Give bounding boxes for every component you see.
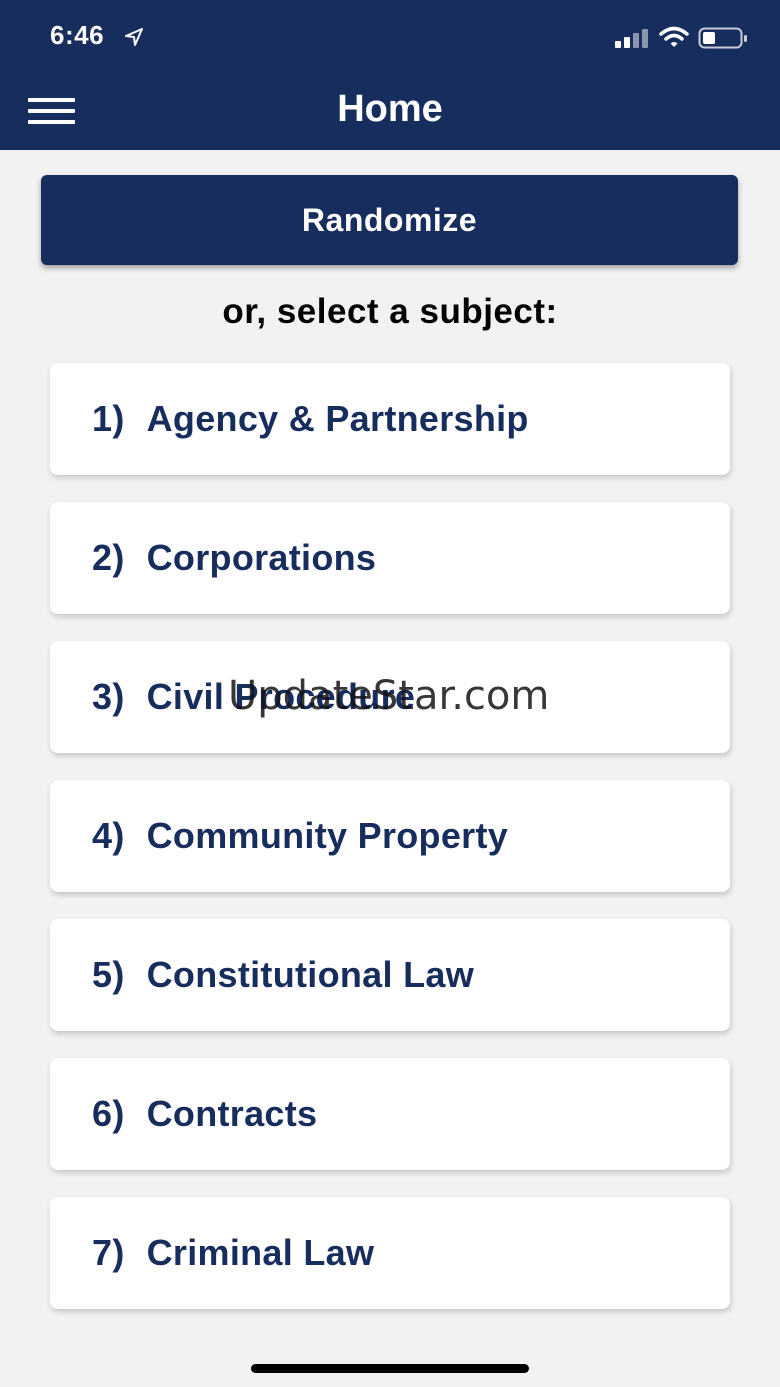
subject-item-community-property[interactable]: 4) Community Property bbox=[50, 780, 730, 892]
subject-label: Contracts bbox=[146, 1093, 318, 1134]
subject-number: 7) bbox=[92, 1232, 125, 1273]
subject-label: Constitutional Law bbox=[146, 954, 475, 995]
subject-number: 4) bbox=[92, 815, 125, 856]
subject-number: 1) bbox=[92, 398, 125, 439]
status-time: 6:46 bbox=[50, 20, 105, 50]
subject-label: Agency & Partnership bbox=[146, 398, 529, 439]
subject-number: 2) bbox=[92, 537, 125, 578]
subject-list: 1) Agency & Partnership 2) Corporations … bbox=[50, 363, 730, 1336]
subject-item-agency-partnership[interactable]: 1) Agency & Partnership bbox=[50, 363, 730, 475]
subject-item-constitutional-law[interactable]: 5) Constitutional Law bbox=[50, 919, 730, 1031]
location-arrow-icon bbox=[125, 28, 143, 46]
battery-icon bbox=[698, 27, 747, 49]
subject-label: Criminal Law bbox=[146, 1232, 375, 1273]
subject-number: 6) bbox=[92, 1093, 125, 1134]
app-header: 6:46 Home bbox=[0, 0, 780, 150]
subject-number: 5) bbox=[92, 954, 125, 995]
subject-item-corporations[interactable]: 2) Corporations bbox=[50, 502, 730, 614]
subject-prompt: or, select a subject: bbox=[222, 292, 558, 331]
page-title: Home bbox=[337, 88, 443, 130]
cellular-signal-icon bbox=[615, 29, 648, 48]
subject-number: 3) bbox=[92, 676, 125, 717]
subject-label: Civil Procedure bbox=[146, 676, 416, 717]
subject-label: Corporations bbox=[146, 537, 377, 578]
subject-item-contracts[interactable]: 6) Contracts bbox=[50, 1058, 730, 1170]
subject-label: Community Property bbox=[146, 815, 509, 856]
randomize-button[interactable]: Randomize bbox=[41, 175, 738, 265]
home-indicator[interactable] bbox=[251, 1364, 529, 1373]
subject-item-criminal-law[interactable]: 7) Criminal Law bbox=[50, 1197, 730, 1309]
subject-item-civil-procedure[interactable]: 3) Civil Procedure bbox=[50, 641, 730, 753]
wifi-icon bbox=[659, 26, 689, 47]
